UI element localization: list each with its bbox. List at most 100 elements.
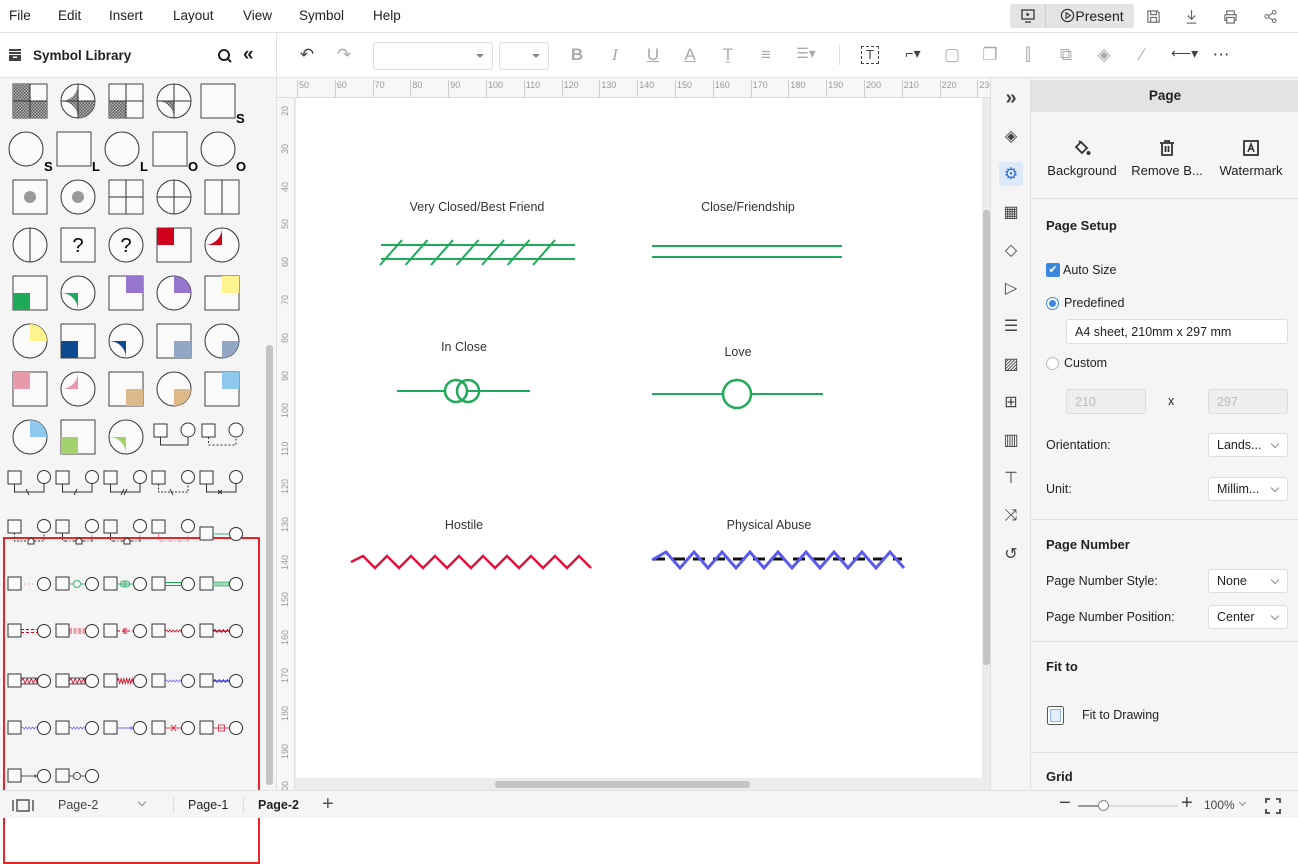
fullscreen-icon[interactable] <box>1265 798 1281 814</box>
relationship-symbol[interactable] <box>54 514 102 560</box>
relationship-symbol[interactable] <box>198 661 246 707</box>
relationship-symbol[interactable] <box>54 564 102 610</box>
symbol-female[interactable] <box>102 320 150 366</box>
relationship-symbol[interactable] <box>6 564 54 610</box>
symbol-female[interactable]: L <box>102 128 150 174</box>
menu-insert[interactable]: Insert <box>109 8 143 23</box>
menu-file[interactable]: File <box>9 8 31 23</box>
page-number-style-dropdown[interactable]: None <box>1208 569 1288 593</box>
tab-page-2[interactable]: Page-2 <box>258 798 299 812</box>
download-icon[interactable] <box>1181 5 1201 28</box>
hostile-connector[interactable] <box>350 554 592 570</box>
relationship-symbol[interactable] <box>102 465 150 511</box>
relationship-symbol[interactable] <box>6 465 54 511</box>
menu-layout[interactable]: Layout <box>173 8 214 23</box>
symbol-male[interactable]: S <box>198 80 246 126</box>
font-color-icon[interactable]: A <box>679 45 701 65</box>
search-icon[interactable] <box>217 48 233 64</box>
relationship-symbol[interactable] <box>102 708 150 754</box>
presentation-screen-icon[interactable] <box>1010 4 1046 27</box>
symbol-female[interactable] <box>54 176 102 222</box>
text-box-icon[interactable]: T <box>861 46 879 64</box>
font-size-select[interactable] <box>499 42 549 70</box>
auto-size-checkbox[interactable]: ✔ <box>1046 263 1060 277</box>
symbol-male[interactable] <box>6 272 54 318</box>
shuffle-icon[interactable]: ⤨ <box>999 504 1023 528</box>
image-icon[interactable]: ▨ <box>999 352 1023 376</box>
add-page-icon[interactable]: + <box>322 793 334 816</box>
physical-abuse-connector[interactable] <box>651 549 906 571</box>
relationship-symbol[interactable] <box>150 611 198 657</box>
expand-panel-icon[interactable]: » <box>999 86 1023 110</box>
relationship-symbol[interactable] <box>6 514 54 560</box>
symbol-male[interactable]: L <box>54 128 102 174</box>
relationship-symbol[interactable] <box>198 514 246 560</box>
font-family-select[interactable] <box>373 42 493 70</box>
present-button[interactable]: Present <box>1050 4 1134 27</box>
very-closed-connector[interactable] <box>379 239 575 266</box>
relationship-symbol[interactable] <box>150 564 198 610</box>
symbol-female[interactable] <box>150 272 198 318</box>
relationship-symbol[interactable] <box>54 708 102 754</box>
group-icon[interactable]: ⧉ <box>1055 45 1077 65</box>
symbol-male[interactable] <box>102 368 150 414</box>
zoom-in-icon[interactable]: + <box>1181 792 1193 815</box>
save-icon[interactable] <box>1143 5 1163 28</box>
symbol-male[interactable] <box>150 320 198 366</box>
italic-icon[interactable]: I <box>604 45 626 65</box>
watermark-button[interactable]: Watermark <box>1213 138 1289 178</box>
current-page-select[interactable]: Page-2 <box>58 798 98 812</box>
relationship-symbol[interactable] <box>150 708 198 754</box>
collapse-library-icon[interactable]: « <box>243 44 254 66</box>
symbol-male[interactable] <box>198 368 246 414</box>
menu-view[interactable]: View <box>243 8 272 23</box>
tab-page-1[interactable]: Page-1 <box>188 798 228 812</box>
predefined-radio[interactable] <box>1046 297 1059 310</box>
symbol-male[interactable] <box>54 416 102 462</box>
share-icon[interactable] <box>1260 5 1280 28</box>
zoom-level[interactable]: 100% <box>1204 798 1235 812</box>
send-back-icon[interactable]: ❐ <box>979 45 1001 65</box>
love-connector[interactable] <box>652 378 823 410</box>
layers-icon[interactable]: ◇ <box>999 238 1023 262</box>
relationship-symbol[interactable] <box>54 661 102 707</box>
symbol-female[interactable]: O <box>198 128 246 174</box>
symbol-male[interactable]: ? <box>54 224 102 270</box>
underline-icon[interactable]: U <box>642 45 664 65</box>
unit-dropdown[interactable]: Millim... <box>1208 477 1288 501</box>
symbol-couple[interactable] <box>198 416 246 462</box>
database-icon[interactable]: ☰ <box>999 314 1023 338</box>
line-style-icon[interactable]: ⟵▾ <box>1171 45 1198 62</box>
symbol-female[interactable] <box>150 368 198 414</box>
menu-edit[interactable]: Edit <box>58 8 81 23</box>
org-chart-icon[interactable]: ⊞ <box>999 390 1023 414</box>
symbol-female[interactable]: S <box>6 128 54 174</box>
symbol-female[interactable] <box>6 224 54 270</box>
history-icon[interactable]: ↺ <box>999 542 1023 566</box>
relationship-symbol[interactable] <box>198 564 246 610</box>
relationship-symbol[interactable] <box>150 465 198 511</box>
custom-height-field[interactable]: 297 <box>1208 389 1288 414</box>
custom-width-field[interactable]: 210 <box>1066 389 1146 414</box>
fill-icon[interactable]: ◈ <box>999 124 1023 148</box>
relationship-symbol[interactable] <box>6 661 54 707</box>
relationship-symbol[interactable] <box>150 514 198 560</box>
symbol-female[interactable] <box>54 368 102 414</box>
drawing-page[interactable]: Very Closed/Best Friend Close/Friendship… <box>296 98 982 778</box>
brush-icon[interactable]: ⁄ <box>1131 45 1153 65</box>
symbol-female[interactable] <box>54 272 102 318</box>
symbol-male[interactable] <box>102 80 150 126</box>
relationship-symbol[interactable] <box>102 514 150 560</box>
fit-to-drawing-button[interactable]: Fit to Drawing <box>1046 705 1186 727</box>
slideshow-icon[interactable]: ▷ <box>999 276 1023 300</box>
symbol-female[interactable] <box>198 320 246 366</box>
relationship-symbol[interactable] <box>6 611 54 657</box>
remove-background-button[interactable]: Remove B... <box>1127 138 1207 178</box>
symbol-female[interactable] <box>198 224 246 270</box>
symbol-female[interactable] <box>102 416 150 462</box>
align-objects-icon[interactable]: ⫿ <box>1017 45 1039 65</box>
relationship-symbol[interactable] <box>54 611 102 657</box>
relationship-symbol[interactable] <box>54 465 102 511</box>
relationship-symbol[interactable] <box>198 708 246 754</box>
undo-icon[interactable]: ↶ <box>296 45 318 65</box>
